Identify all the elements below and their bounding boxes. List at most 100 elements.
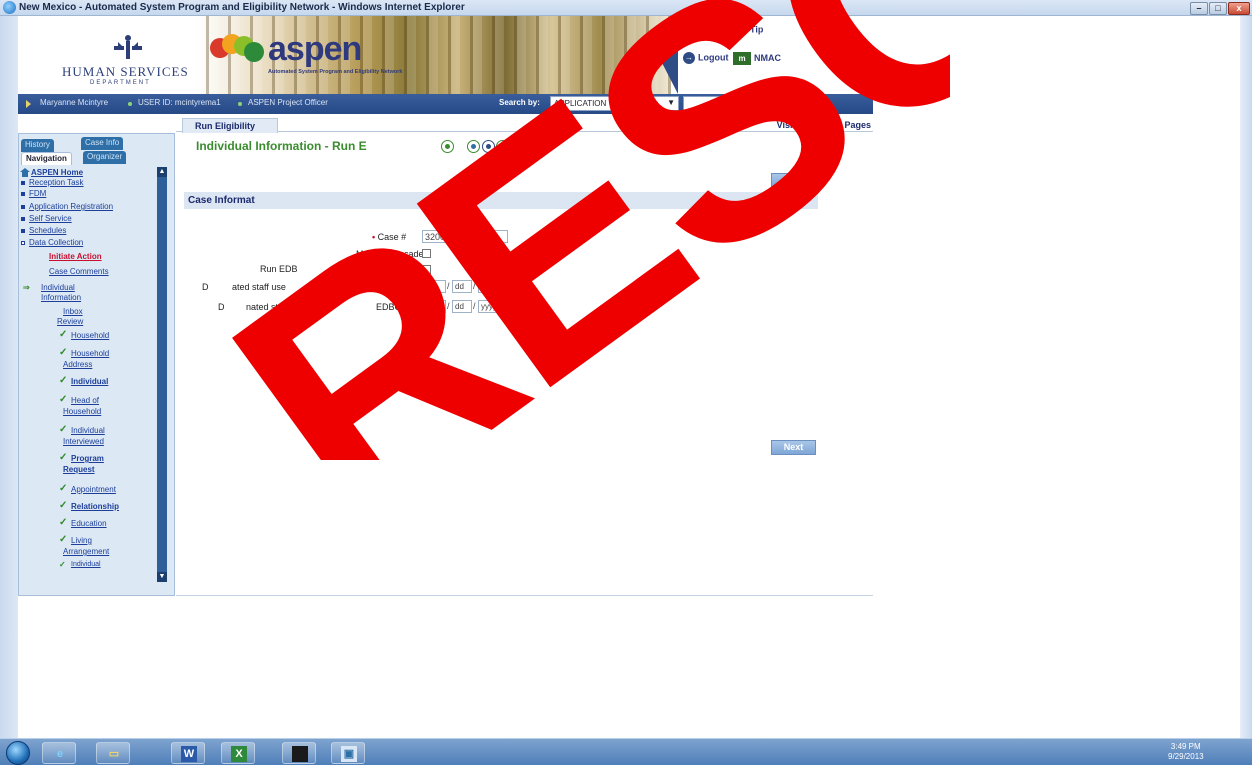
from-year-input[interactable]: yyyy [478,280,504,293]
nav-relationship[interactable]: Relationship [71,502,119,511]
search-type-select[interactable]: APPLICATION ▼ [550,96,679,111]
tab-history[interactable]: History [21,139,54,152]
next-button-top[interactable]: Next [771,173,816,188]
nav-head-of-household[interactable]: Head of [71,396,99,405]
nav-reception-task[interactable]: Reception Task [29,178,84,187]
nav-appointment[interactable]: Appointment [71,485,116,494]
calendar-icon[interactable] [506,279,516,288]
thru-day-input[interactable]: dd [452,300,472,313]
page-action-icon[interactable] [467,140,480,153]
tip-link[interactable]: ♥ Tip [737,24,763,36]
checkmark-icon: ✓ [59,329,68,340]
thru-month-input[interactable]: mm [422,300,446,313]
internet-explorer-icon: e [56,748,64,760]
nav-fdm[interactable]: FDM [29,189,46,198]
nav-head-of-household-line2[interactable]: Household [63,407,101,416]
nav-inbox-review[interactable]: Inbox [63,307,83,316]
tab-navigation[interactable]: Navigation [21,152,72,165]
minimize-icon: – [1196,3,1202,13]
taskbar-command-window[interactable] [282,742,316,764]
scroll-down-icon[interactable]: ▼ [157,572,167,582]
nav-aspen-home[interactable]: ASPEN Home [31,168,83,177]
maximize-button[interactable]: □ [1209,2,1227,15]
start-button[interactable] [6,741,30,765]
nmac-icon: m [733,52,751,65]
nav-self-service[interactable]: Self Service [29,214,72,223]
info-button[interactable]: i [754,97,767,110]
tab-case-info[interactable]: Case Info [81,137,124,150]
stop-icon[interactable] [496,140,509,153]
nav-case-comments[interactable]: Case Comments [49,267,109,276]
nav-individual-interviewed[interactable]: Individual [71,426,105,435]
run-edbc-label-a: Run EDB [260,264,298,274]
nav-individual-information-line2[interactable]: Information [41,293,81,302]
checkmark-icon: ✓ [59,560,66,569]
nav-application-registration[interactable]: Application Registration [29,202,113,211]
nav-household-address[interactable]: Household [71,349,109,358]
date-separator: / [447,301,450,311]
taskbar-word[interactable]: W [171,742,205,764]
nav-initiate-action[interactable]: Initiate Action [49,252,102,261]
case-number-input[interactable]: 320018486 [422,230,508,243]
human-services-logo[interactable]: HUMAN SERVICES DEPARTMENT [62,34,198,94]
main-content: Run Eligibility Visited 33 of 45 Pages I… [176,114,873,596]
designated-from-label-a: D [202,282,209,292]
help-link[interactable]: ? Help [683,24,718,36]
date-separator: / [447,281,450,291]
nav-data-collection[interactable]: Data Collection [29,238,83,247]
page-action-icon[interactable] [441,140,454,153]
nav-individual-interviewed-line2[interactable]: Interviewed [63,437,104,446]
taskbar-remote-desktop[interactable]: ▣ [331,742,365,764]
nav-individual-partial[interactable]: Individual [71,560,101,569]
bullet-square-icon [21,205,25,209]
nav-household[interactable]: Household [71,331,109,340]
maximize-icon: □ [1215,3,1221,13]
nav-scrollbar[interactable]: ▲ ▼ [157,167,167,582]
designated-from-label-d: om [396,282,409,292]
from-month-input[interactable]: mm [422,280,446,293]
close-button[interactable]: x [1228,2,1250,15]
checkmark-icon: ✓ [59,347,68,358]
clock-time: 3:49 PM [1170,742,1201,751]
system-clock[interactable]: 3:49 PM 9/29/2013 [1168,742,1204,762]
nav-living-arrangement[interactable]: Living [71,536,92,545]
manual-cascade-checkbox[interactable] [422,249,431,258]
bullet-square-icon [21,217,25,221]
excel-icon: X [231,746,247,762]
calendar-icon[interactable] [506,299,516,308]
search-input[interactable] [683,96,735,111]
taskbar-internet-explorer[interactable]: e [42,742,76,764]
taskbar-windows-explorer[interactable]: ▭ [96,742,130,764]
nav-program-request[interactable]: Program [71,454,104,463]
nav-living-arrangement-line2[interactable]: Arrangement [63,547,109,556]
nav-schedules[interactable]: Schedules [29,226,66,235]
next-button-bottom[interactable]: Next [771,440,816,455]
case-number-label: • Case # [372,232,406,242]
tab-run-eligibility[interactable]: Run Eligibility [182,118,278,133]
taskbar-excel[interactable]: X [221,742,255,764]
designated-from-label-b: ated staff use [232,282,286,292]
header-help-box: ? Help ♥ Tip → Logout m NMAC [683,16,873,94]
thru-year-input[interactable]: yyyy [478,300,504,313]
nav-individual-information[interactable]: Individual [41,283,75,292]
from-day-input[interactable]: dd [452,280,472,293]
minimize-button[interactable]: – [1190,2,1208,15]
nav-inbox-review-line2[interactable]: Review [57,317,83,326]
nav-program-request-line2[interactable]: Request [63,465,95,474]
home-icon [20,168,30,177]
nav-household-address-line2[interactable]: Address [63,360,92,369]
logout-link[interactable]: → Logout [683,52,729,64]
nav-education[interactable]: Education [71,519,107,528]
word-icon: W [181,746,197,762]
tab-organizer[interactable]: Organizer [83,151,127,164]
expand-icon[interactable] [21,241,25,245]
logout-label: Logout [698,52,729,63]
go-button[interactable]: GO [739,97,752,110]
nmac-link[interactable]: m NMAC [733,52,781,65]
scroll-up-icon[interactable]: ▲ [157,167,167,177]
search-icon[interactable] [482,140,495,153]
date-separator: / [473,301,476,311]
nav-individual[interactable]: Individual [71,377,108,386]
window-title-bar: New Mexico - Automated System Program an… [0,0,1252,16]
run-edbc-conversion-checkbox[interactable] [422,265,431,274]
